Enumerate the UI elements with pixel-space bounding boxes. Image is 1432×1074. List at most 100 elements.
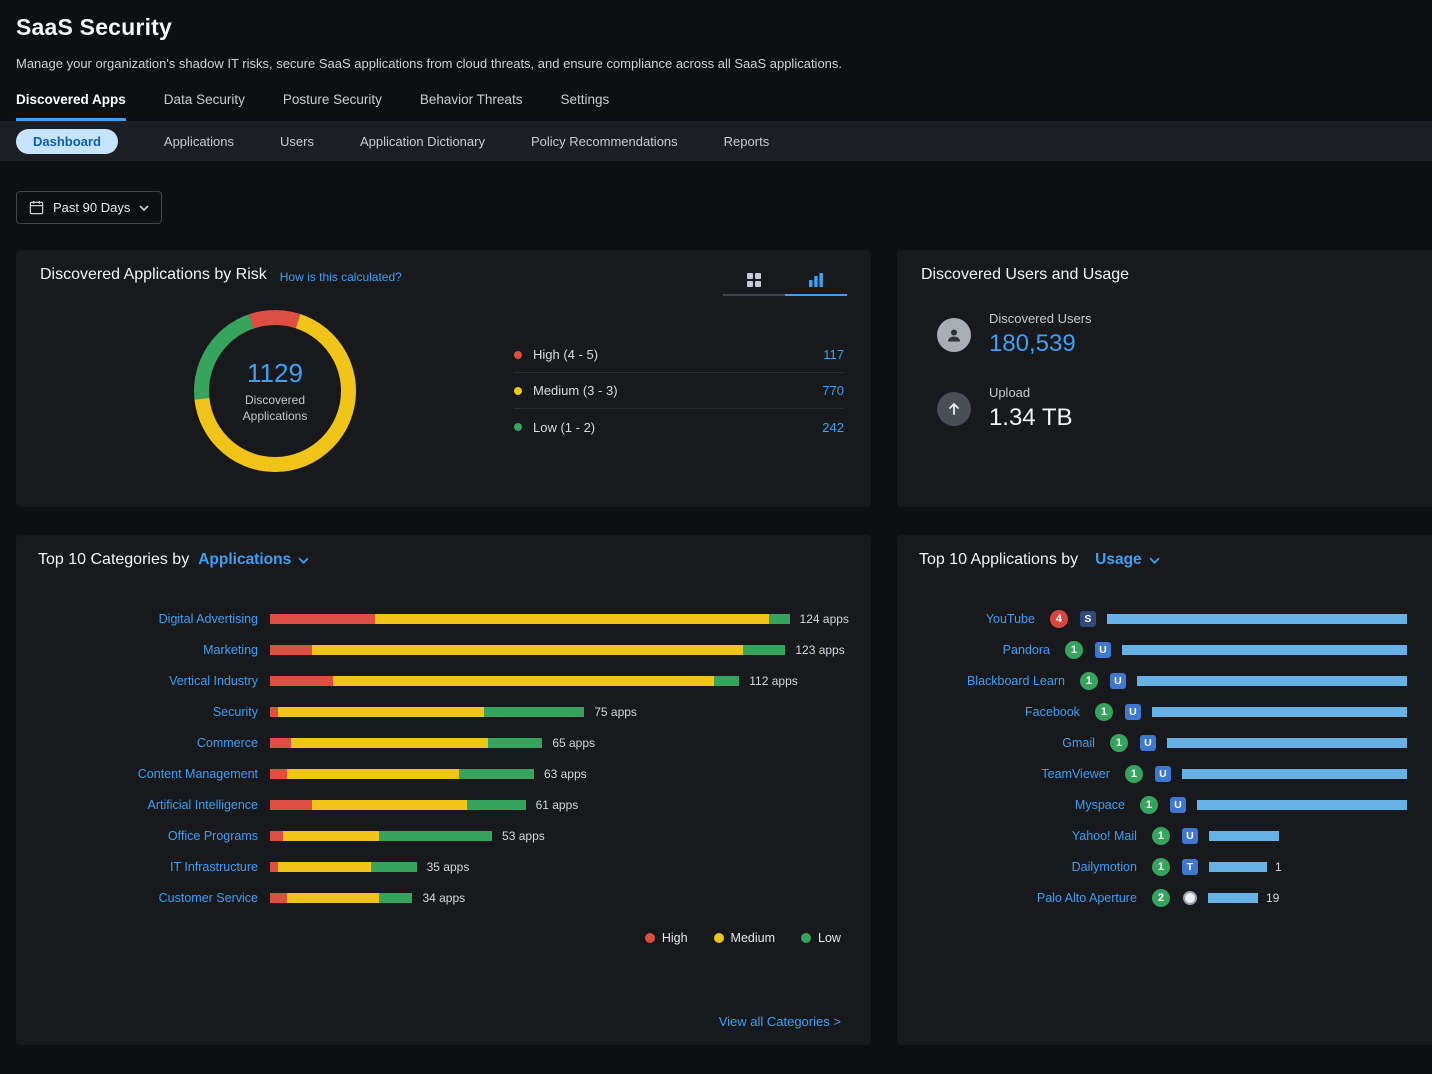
legend-value[interactable]: 117 xyxy=(823,347,844,362)
primary-tab[interactable]: Behavior Threats xyxy=(420,92,523,121)
secondary-nav-item[interactable]: Application Dictionary xyxy=(360,134,485,149)
legend-value[interactable]: 242 xyxy=(822,420,844,435)
application-row: Dailymotion 1 T 1 xyxy=(919,851,1415,882)
category-link[interactable]: Commerce xyxy=(38,736,270,750)
app-link[interactable]: Yahoo! Mail xyxy=(919,829,1137,843)
category-link[interactable]: Artificial Intelligence xyxy=(38,798,270,812)
app-link[interactable]: TeamViewer xyxy=(919,767,1110,781)
bar-segment-high xyxy=(270,862,278,872)
bar-segment-high xyxy=(270,893,287,903)
risk-donut-chart: 1129 Discovered Applications xyxy=(194,310,356,472)
bar-value-label: 34 apps xyxy=(422,891,465,905)
app-tag: U xyxy=(1182,828,1198,844)
primary-tab[interactable]: Data Security xyxy=(164,92,245,121)
category-row: IT Infrastructure 35 apps xyxy=(38,851,849,882)
category-link[interactable]: IT Infrastructure xyxy=(38,860,270,874)
apps-by-selector[interactable]: Usage xyxy=(1095,551,1160,569)
bar-segment-high xyxy=(270,769,287,779)
app-tag: U xyxy=(1095,642,1111,658)
donut-center: 1129 Discovered Applications xyxy=(209,325,341,457)
categories-card: Top 10 Categories by Applications Digita… xyxy=(16,535,871,1045)
usage-bar xyxy=(1122,645,1407,655)
risk-score-badge: 1 xyxy=(1125,765,1143,783)
risk-score-badge: 4 xyxy=(1050,610,1068,628)
chart-view-toggle[interactable] xyxy=(785,266,847,296)
bar-value-label: 53 apps xyxy=(502,829,545,843)
application-row: Facebook 1 U xyxy=(919,696,1415,727)
category-link[interactable]: Vertical Industry xyxy=(38,674,270,688)
app-link[interactable]: Gmail xyxy=(919,736,1095,750)
bar-segment-high xyxy=(270,831,283,841)
upload-stat: Upload 1.34 TB xyxy=(937,385,1413,432)
severity-dot xyxy=(645,933,655,943)
risk-card-title: Discovered Applications by Risk xyxy=(40,266,267,284)
apps-selector-value: Usage xyxy=(1095,551,1142,569)
users-stat-value[interactable]: 180,539 xyxy=(989,330,1092,358)
secondary-nav-item[interactable]: Reports xyxy=(724,134,770,149)
category-link[interactable]: Content Management xyxy=(38,767,270,781)
risk-score-badge: 1 xyxy=(1065,641,1083,659)
secondary-nav-item[interactable]: Applications xyxy=(164,134,234,149)
category-bar xyxy=(270,862,417,872)
risk-score-badge: 1 xyxy=(1140,796,1158,814)
categories-selector-value: Applications xyxy=(198,551,291,569)
categories-by-selector[interactable]: Applications xyxy=(198,551,309,569)
category-row: Digital Advertising 124 apps xyxy=(38,603,849,634)
category-link[interactable]: Customer Service xyxy=(38,891,270,905)
usage-value-label: 19 xyxy=(1266,891,1279,905)
app-link[interactable]: YouTube xyxy=(919,612,1035,626)
how-calculated-link[interactable]: How is this calculated? xyxy=(280,270,402,284)
app-link[interactable]: Pandora xyxy=(919,643,1050,657)
legend-value[interactable]: 770 xyxy=(822,383,844,398)
category-row: Vertical Industry 112 apps xyxy=(38,665,849,696)
severity-label: Low xyxy=(818,931,841,945)
bar-segment-medium xyxy=(287,893,379,903)
date-range-filter[interactable]: Past 90 Days xyxy=(16,191,162,224)
risk-legend-row: High (4 - 5) 117 xyxy=(514,337,844,373)
dashboard-main: Discovered Applications by Risk How is t… xyxy=(0,250,1432,1045)
usage-bar xyxy=(1152,707,1407,717)
category-link[interactable]: Security xyxy=(38,705,270,719)
usage-bar xyxy=(1209,831,1279,841)
primary-tab[interactable]: Discovered Apps xyxy=(16,92,126,121)
app-link[interactable]: Palo Alto Aperture xyxy=(919,891,1137,905)
app-tag: U xyxy=(1140,735,1156,751)
primary-tabs: Discovered Apps Data Security Posture Secu… xyxy=(16,92,1416,121)
app-tag: U xyxy=(1155,766,1171,782)
page-subtitle: Manage your organization's shadow IT ris… xyxy=(16,56,1416,71)
view-all-categories-link[interactable]: View all Categories > xyxy=(719,1014,841,1029)
category-link[interactable]: Digital Advertising xyxy=(38,612,270,626)
risk-legend-row: Low (1 - 2) 242 xyxy=(514,409,844,445)
severity-legend: High Medium Low xyxy=(645,931,841,945)
secondary-nav-item[interactable]: Users xyxy=(280,134,314,149)
category-link[interactable]: Office Programs xyxy=(38,829,270,843)
category-bar xyxy=(270,769,534,779)
bar-segment-medium xyxy=(283,831,379,841)
bar-segment-low xyxy=(484,707,585,717)
bar-segment-high xyxy=(270,676,333,686)
severity-legend-item: High xyxy=(645,931,688,945)
app-link[interactable]: Facebook xyxy=(919,705,1080,719)
app-link[interactable]: Myspace xyxy=(919,798,1125,812)
app-tag: U xyxy=(1170,797,1186,813)
app-link[interactable]: Blackboard Learn xyxy=(919,674,1065,688)
category-bar xyxy=(270,800,526,810)
grid-view-toggle[interactable] xyxy=(723,266,785,296)
category-link[interactable]: Marketing xyxy=(38,643,270,657)
secondary-nav-item[interactable]: Dashboard xyxy=(16,129,118,154)
bar-value-label: 75 apps xyxy=(594,705,637,719)
primary-tab[interactable]: Settings xyxy=(560,92,609,121)
bar-segment-medium xyxy=(333,676,714,686)
app-link[interactable]: Dailymotion xyxy=(919,860,1137,874)
category-bar xyxy=(270,707,584,717)
secondary-nav-item[interactable]: Policy Recommendations xyxy=(531,134,678,149)
risk-score-badge: 1 xyxy=(1110,734,1128,752)
bar-segment-low xyxy=(459,769,534,779)
app-tag xyxy=(1183,891,1197,905)
primary-tab[interactable]: Posture Security xyxy=(283,92,382,121)
cat-rows: Digital Advertising 124 apps Marketing 1… xyxy=(38,603,849,913)
category-row: Commerce 65 apps xyxy=(38,727,849,758)
grid-icon xyxy=(746,272,762,288)
risk-score-badge: 1 xyxy=(1095,703,1113,721)
user-icon xyxy=(937,318,971,352)
